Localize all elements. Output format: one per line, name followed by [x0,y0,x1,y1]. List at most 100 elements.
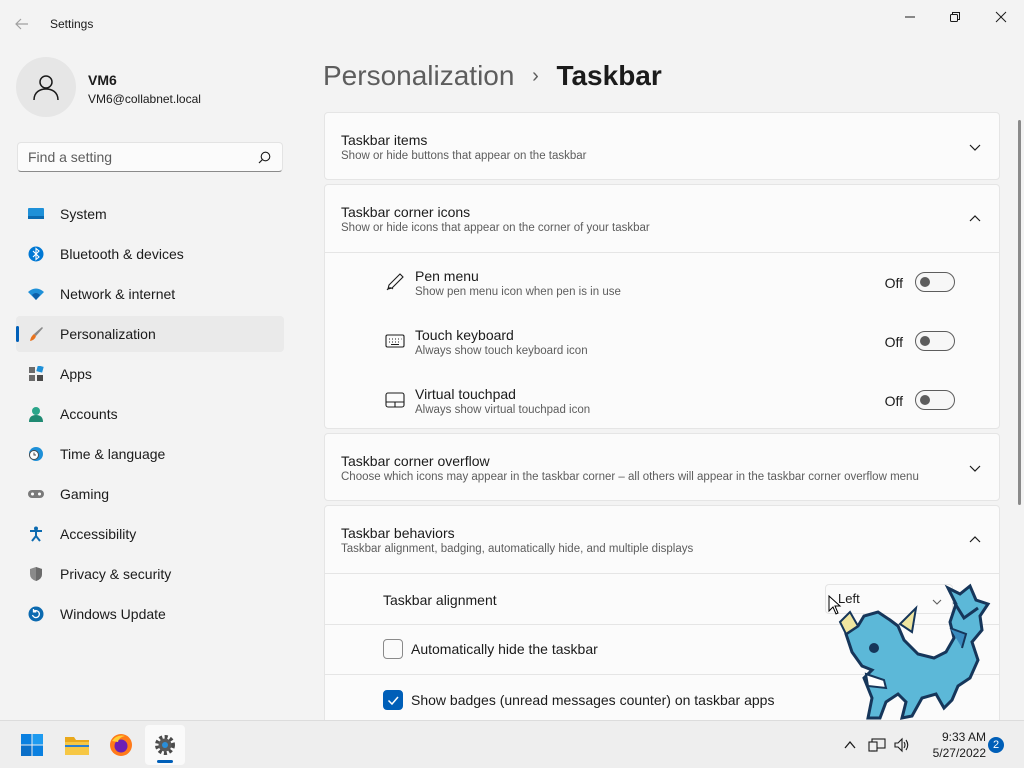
wifi-icon [28,286,44,302]
sidebar-item-label: Gaming [60,486,110,502]
clock-time: 9:33 AM [941,730,986,744]
virtual-touchpad-toggle-state: Off [884,393,903,409]
network-tray-icon[interactable] [866,721,888,768]
search-input[interactable] [28,148,248,166]
sidebar-item-label: Windows Update [60,606,166,622]
sidebar-item-personalization[interactable]: Personalization [16,316,284,352]
accessibility-icon [28,526,44,542]
notification-badge[interactable]: 2 [988,737,1004,753]
clock-date: 5/27/2022 [932,746,986,760]
pen-menu-toggle-state: Off [884,275,903,291]
chevron-down-icon[interactable] [967,460,983,476]
card-subtitle: Show or hide icons that appear on the co… [341,222,650,234]
sidebar-item-bluetooth[interactable]: Bluetooth & devices [16,236,284,272]
user-profile[interactable]: VM6 VM6@collabnet.local [16,57,286,117]
page-title: Taskbar [556,60,662,91]
sidebar-item-windows-update[interactable]: Windows Update [16,596,284,632]
update-icon [28,606,44,622]
virtual-touchpad-toggle[interactable] [915,390,955,410]
system-icon [28,206,44,222]
file-explorer-icon [65,737,89,755]
card-subtitle: Taskbar alignment, badging, automaticall… [341,543,694,555]
chevron-up-icon[interactable] [967,211,983,227]
search-icon[interactable] [258,151,271,169]
sidebar-item-label: System [60,206,107,222]
start-button[interactable] [12,725,52,765]
minimize-button[interactable] [890,4,930,30]
taskbar-corner-icons-card: Taskbar corner icons Show or hide icons … [324,184,1000,429]
start-icon [21,734,43,756]
sidebar-item-network[interactable]: Network & internet [16,276,284,312]
show-badges-label: Show badges (unread messages counter) on… [411,692,775,708]
pen-menu-description: Show pen menu icon when pen is in use [415,286,621,298]
person-icon [28,406,44,422]
firefox-button[interactable] [101,725,141,765]
gamepad-icon [28,486,44,502]
search-box[interactable] [17,142,283,172]
touch-keyboard-label: Touch keyboard [415,327,514,343]
pen-icon [385,272,405,292]
title-bar: Settings [0,0,1024,48]
restore-button[interactable] [935,4,975,30]
taskbar: 9:33 AM 5/27/2022 2 [0,720,1024,768]
chevron-up-icon[interactable] [967,532,983,548]
sidebar-item-time-language[interactable]: Time & language [16,436,284,472]
auto-hide-label: Automatically hide the taskbar [411,641,598,657]
sidebar-item-accounts[interactable]: Accounts [16,396,284,432]
window-title: Settings [50,17,94,31]
touch-keyboard-toggle-state: Off [884,334,903,350]
card-title: Taskbar corner overflow [341,453,490,469]
breadcrumb-parent[interactable]: Personalization [323,60,514,91]
divider [325,573,999,574]
touchpad-icon [385,390,405,410]
shield-icon [28,566,44,582]
settings-taskbar-button[interactable] [145,725,185,765]
virtual-touchpad-label: Virtual touchpad [415,386,516,402]
breadcrumb-separator-icon: › [532,65,539,87]
sidebar-item-gaming[interactable]: Gaming [16,476,284,512]
sidebar-item-label: Personalization [60,326,156,342]
back-arrow-icon[interactable] [14,12,34,36]
sidebar-item-system[interactable]: System [16,196,284,232]
show-hidden-icons-button[interactable] [838,721,862,768]
divider [325,252,999,253]
firefox-icon [110,734,132,756]
chevron-up-icon [844,740,856,749]
pen-menu-label: Pen menu [415,268,479,284]
sidebar-item-label: Bluetooth & devices [60,246,184,262]
sidebar-item-accessibility[interactable]: Accessibility [16,516,284,552]
sidebar-item-label: Accounts [60,406,118,422]
card-subtitle: Show or hide buttons that appear on the … [341,150,587,162]
pen-menu-toggle[interactable] [915,272,955,292]
virtual-touchpad-description: Always show virtual touchpad icon [415,404,591,416]
sidebar-item-privacy-security[interactable]: Privacy & security [16,556,284,592]
bluetooth-icon [28,246,44,262]
sidebar-item-label: Privacy & security [60,566,172,582]
avatar-icon [16,57,76,117]
taskbar-corner-overflow-card[interactable]: Taskbar corner overflow Choose which ico… [324,433,1000,501]
sidebar-item-apps[interactable]: Apps [16,356,284,392]
keyboard-icon [385,331,405,351]
user-name: VM6 [88,72,117,88]
chevron-down-icon[interactable] [967,139,983,155]
clock-globe-icon [28,446,44,462]
touch-keyboard-toggle[interactable] [915,331,955,351]
taskbar-items-card[interactable]: Taskbar items Show or hide buttons that … [324,112,1000,180]
breadcrumb: Personalization › Taskbar [323,58,662,94]
sidebar-item-label: Network & internet [60,286,176,302]
brush-icon [28,326,44,342]
auto-hide-checkbox[interactable] [383,639,403,659]
card-subtitle: Choose which icons may appear in the tas… [341,471,919,483]
file-explorer-button[interactable] [57,725,97,765]
pixel-creature-sprite [838,583,991,720]
checkmark-icon [387,696,399,706]
show-badges-checkbox[interactable] [383,690,403,710]
card-title: Taskbar items [341,132,428,148]
sidebar-item-label: Time & language [60,446,166,462]
scrollbar[interactable] [1018,120,1021,505]
close-button[interactable] [981,4,1021,30]
clock[interactable]: 9:33 AM 5/27/2022 [916,729,986,761]
sidebar-item-label: Apps [60,366,92,382]
volume-tray-icon[interactable] [891,721,913,768]
sidebar-item-label: Accessibility [60,526,137,542]
